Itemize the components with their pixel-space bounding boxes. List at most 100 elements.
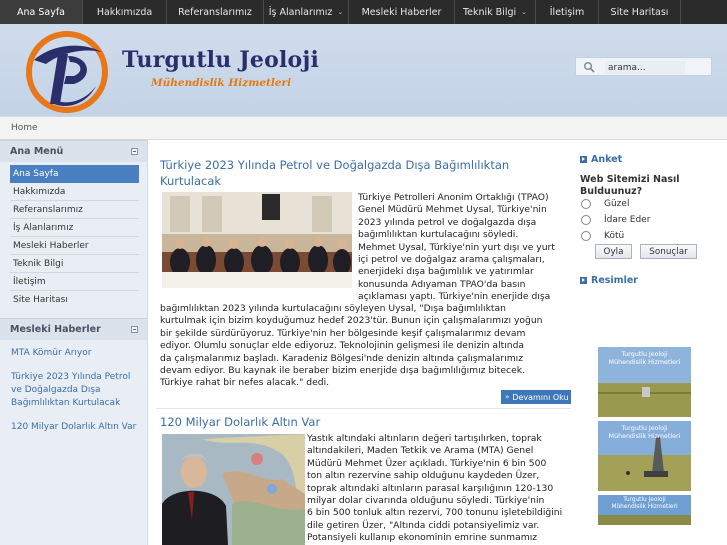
nav-label: Teknik Bilgi — [462, 6, 517, 18]
text-line: açıklaması yaptı. Türkiye'nin enerjide d… — [358, 291, 551, 303]
radio-button[interactable] — [581, 199, 591, 209]
nav-is-alanlarimiz[interactable]: İş Alanlarımız ⌄ — [264, 0, 349, 24]
text-line: bağımlılıktan 2023 yılında kurtulacağını… — [160, 303, 506, 314]
site-header: Turgutlu Jeoloji Mühendislik Hizmetleri — [0, 24, 727, 116]
poll-option-label: Güzel — [604, 199, 630, 209]
gallery-thumbnail[interactable]: Turgutlu Jeoloji Mühendislik Hizmetleri — [598, 495, 691, 525]
menu-item-site-haritasi[interactable]: Site Haritası — [10, 291, 139, 309]
menu-item-mesleki-haberler[interactable]: Mesleki Haberler — [10, 237, 139, 255]
menu-item-iletisim[interactable]: İletişim — [10, 273, 139, 291]
gallery-thumbnail[interactable]: Turgutlu Jeoloji Mühendislik Hizmetleri — [598, 347, 691, 417]
chevron-down-icon: ⌄ — [337, 8, 344, 16]
article-text-full: bağımlılıktan 2023 yılında kurtulacağını… — [160, 303, 572, 390]
nav-ana-sayfa[interactable]: Ana Sayfa — [0, 0, 83, 24]
text-line: Müdürü Mehmet Üzer açıkladı. Türkiye'nin… — [307, 457, 547, 469]
main-menu-title: Ana Menü — [10, 146, 64, 157]
nav-mesleki-haberler[interactable]: Mesleki Haberler — [349, 0, 455, 24]
caption-line: Turgutlu Jeoloji — [621, 425, 668, 432]
arrow-square-icon — [580, 156, 587, 163]
news-box-title: Mesleki Haberler — [10, 324, 101, 335]
divider — [156, 408, 571, 409]
breadcrumb: Home — [0, 116, 727, 140]
nav-iletisim[interactable]: İletişim — [536, 0, 599, 24]
article-photo — [162, 192, 352, 288]
nav-label: Referanslarımız — [178, 6, 252, 18]
news-box-header: Mesleki Haberler — [0, 318, 147, 340]
poll-option[interactable]: İdare Eder — [581, 215, 650, 225]
menu-item-teknik-bilgi[interactable]: Teknik Bilgi — [10, 255, 139, 273]
search-input[interactable] — [605, 61, 685, 74]
menu-item-ana-sayfa[interactable]: Ana Sayfa — [10, 165, 139, 183]
main-menu: Ana Sayfa Hakkımızda Referanslarımız İş … — [0, 162, 147, 309]
nav-label: İş Alanlarımız — [268, 6, 333, 18]
top-navigation: Ana Sayfa Hakkımızda Referanslarımız İş … — [0, 0, 727, 24]
poll-option-label: İdare Eder — [604, 215, 651, 225]
images-title: Resimler — [591, 275, 638, 286]
text-line: toprak altındaki altınların parasal karş… — [307, 482, 554, 494]
caption-line: Mühendislik Hizmetleri — [611, 504, 678, 510]
chevron-down-icon: ⌄ — [521, 8, 528, 16]
caption-line: Mühendislik Hizmetleri — [608, 359, 681, 366]
menu-item-is-alanlarimiz[interactable]: İş Alanlarımız — [10, 219, 139, 237]
news-link[interactable]: 120 Milyar Dolarlık Altın Var — [11, 421, 137, 434]
nav-label: Site Haritası — [610, 6, 669, 18]
text-line: bir şekilde sürdürüyoruz. Türkiye'nin he… — [160, 327, 526, 339]
logo[interactable] — [24, 30, 110, 114]
article-text-wrap: Türkiye Petrolleri Anonim Ortaklığı (TPA… — [358, 192, 573, 304]
collapse-icon[interactable] — [131, 326, 138, 333]
text-line: ediyor. Olumlu sonuçlar elde ediyoruz. T… — [160, 340, 525, 352]
news-link[interactable]: Türkiye 2023 Yılında Petrol ve Doğalgazd… — [11, 371, 137, 410]
nav-filler — [681, 0, 727, 24]
arrow-square-icon — [580, 277, 587, 284]
gallery-thumbnail[interactable]: Turgutlu Jeoloji Mühendislik Hizmetleri — [598, 421, 691, 491]
caption-line: Mühendislik Hizmetleri — [608, 433, 681, 440]
text-line: Türkiye Petrolleri Anonim Ortaklığı (TPA… — [358, 192, 549, 203]
nav-referanslarimiz[interactable]: Referanslarımız — [167, 0, 264, 24]
thumbnail-caption: Turgutlu Jeoloji Mühendislik Hizmetleri — [598, 425, 691, 441]
results-button[interactable]: Sonuçlar — [640, 244, 697, 259]
double-chevron-icon: » — [505, 393, 510, 401]
menu-item-hakkimizda[interactable]: Hakkımızda — [10, 183, 139, 201]
poll-header: Anket — [580, 154, 622, 165]
text-line: içi petrol ve doğalgaz arama çalışmaları… — [358, 254, 545, 266]
left-sidebar: Ana Menü Ana Sayfa Hakkımızda Referansla… — [0, 140, 148, 545]
nav-teknik-bilgi[interactable]: Teknik Bilgi ⌄ — [455, 0, 536, 24]
site-title: Turgutlu Jeoloji — [122, 47, 320, 73]
text-line: kurtulmak için bizim koyduğumuz hedef 20… — [160, 315, 543, 327]
text-line: ton altın rezervine sahip olduğunu kayde… — [307, 470, 540, 482]
radio-button[interactable] — [581, 231, 591, 241]
search-icon[interactable] — [583, 61, 595, 73]
read-more-button[interactable]: » Devamını Oku — [501, 390, 571, 404]
article-title[interactable]: 120 Milyar Dolarlık Altın Var — [160, 414, 520, 430]
text-line: 6 bin 500 tonluk altın rezervi, 700 tonu… — [307, 507, 563, 519]
collapse-icon[interactable] — [131, 148, 138, 155]
nav-site-haritasi[interactable]: Site Haritası — [599, 0, 681, 24]
text-line: Yastık altındaki altınların değeri tartı… — [307, 433, 542, 444]
main-menu-header: Ana Menü — [0, 140, 147, 162]
site-subtitle: Mühendislik Hizmetleri — [151, 77, 292, 89]
nav-label: Mesleki Haberler — [361, 6, 442, 18]
radio-button[interactable] — [581, 215, 591, 225]
nav-hakkimizda[interactable]: Hakkımızda — [83, 0, 167, 24]
poll-option[interactable]: Kötü — [581, 231, 624, 241]
caption-line: Turgutlu Jeoloji — [621, 351, 668, 358]
news-link[interactable]: MTA Kömür Arıyor — [11, 347, 137, 360]
nav-label: Hakkımızda — [96, 6, 153, 18]
thumbnail-caption: Turgutlu Jeoloji Mühendislik Hizmetleri — [598, 351, 691, 367]
text-line: Mehmet Uysal, Türkiye'nin yurt dışı ve y… — [358, 241, 555, 253]
article-title[interactable]: Türkiye 2023 Yılında Petrol ve Doğalgazd… — [160, 157, 520, 189]
text-line: bağımlılıktan kurtulacağını söyledi. — [358, 229, 519, 241]
text-line: dile getiren Üzer, "Altında ciddi potans… — [307, 519, 540, 531]
vote-button[interactable]: Oyla — [595, 244, 632, 259]
read-more-label: Devamını Oku — [512, 392, 569, 402]
text-line: 2023 yılında petrol ve doğalgazda dışa — [358, 216, 537, 228]
news-links: MTA Kömür Arıyor Türkiye 2023 Yılında Pe… — [0, 340, 147, 434]
menu-item-referanslarimiz[interactable]: Referanslarımız — [10, 201, 139, 219]
article-photo — [162, 434, 305, 545]
text-line: Genel Müdürü Mehmet Uysal, Türkiye'nin — [358, 204, 547, 216]
text-line: konusunda Adıyaman TPAO'da basın — [358, 278, 526, 290]
poll-option[interactable]: Güzel — [581, 199, 629, 209]
breadcrumb-home[interactable]: Home — [11, 123, 38, 133]
poll-title: Anket — [591, 154, 623, 165]
text-line: Türkiye rahat bir nefes alacak." dedi. — [160, 377, 330, 389]
